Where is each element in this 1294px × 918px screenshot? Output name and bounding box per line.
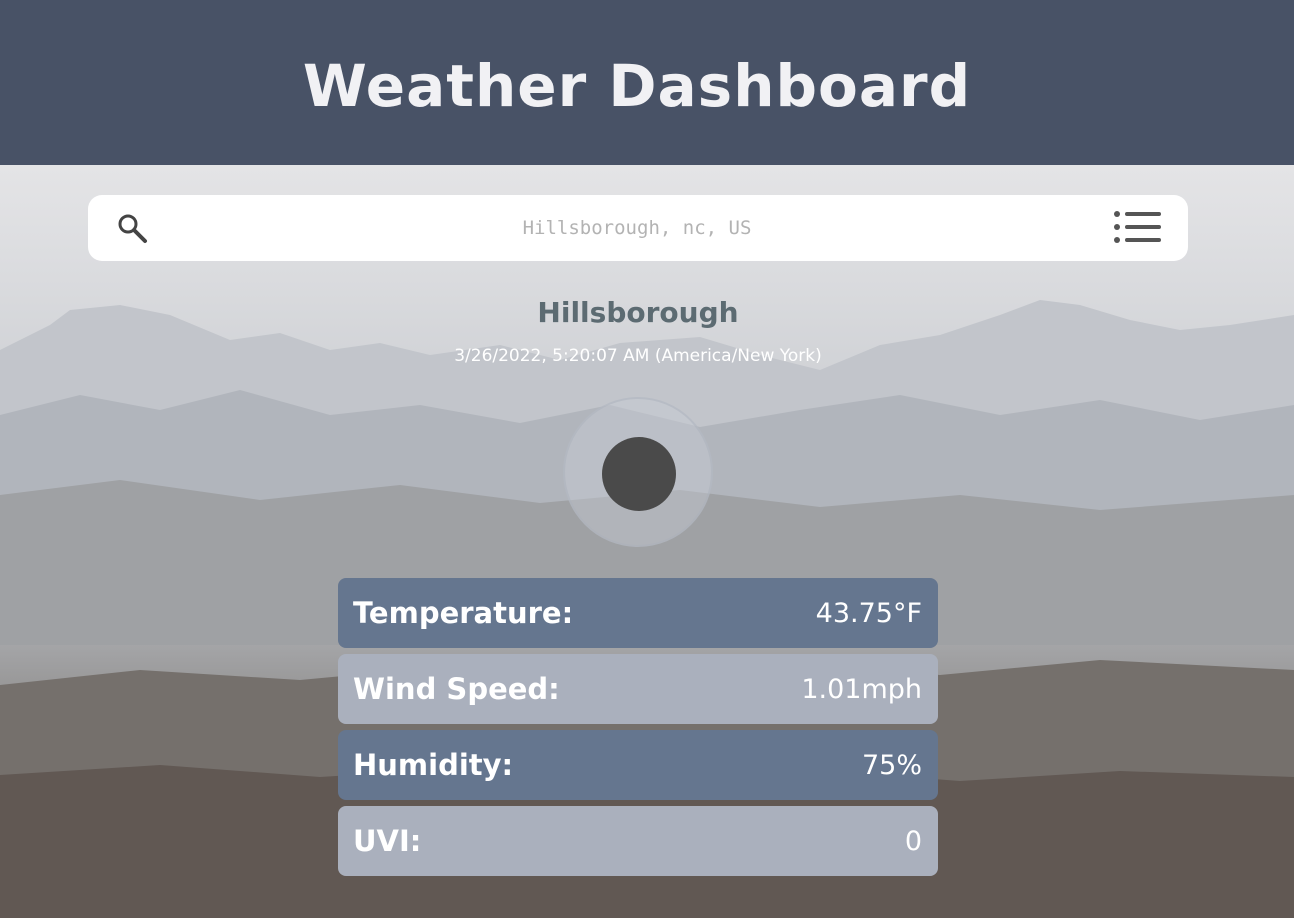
uvi-row: UVI: 0 bbox=[338, 806, 938, 876]
app-header: Weather Dashboard bbox=[0, 0, 1294, 165]
local-datetime: 3/26/2022, 5:20:07 AM (America/New York) bbox=[454, 346, 822, 366]
city-name: Hillsborough bbox=[537, 296, 739, 329]
wind-speed-value: 1.01mph bbox=[801, 673, 922, 705]
wind-speed-label: Wind Speed: bbox=[353, 672, 560, 706]
uvi-value: 0 bbox=[904, 825, 922, 857]
list-menu-icon[interactable] bbox=[1112, 209, 1164, 247]
temperature-row: Temperature: 43.75°F bbox=[338, 578, 938, 648]
search-input[interactable] bbox=[160, 208, 1114, 248]
wind-speed-row: Wind Speed: 1.01mph bbox=[338, 654, 938, 724]
uvi-label: UVI: bbox=[353, 824, 422, 858]
weather-condition-dot bbox=[602, 437, 676, 511]
humidity-label: Humidity: bbox=[353, 748, 514, 782]
temperature-value: 43.75°F bbox=[815, 597, 922, 629]
temperature-label: Temperature: bbox=[353, 596, 574, 630]
humidity-value: 75% bbox=[861, 749, 922, 781]
humidity-row: Humidity: 75% bbox=[338, 730, 938, 800]
page-title: Weather Dashboard bbox=[302, 52, 972, 120]
search-icon[interactable] bbox=[115, 211, 149, 245]
